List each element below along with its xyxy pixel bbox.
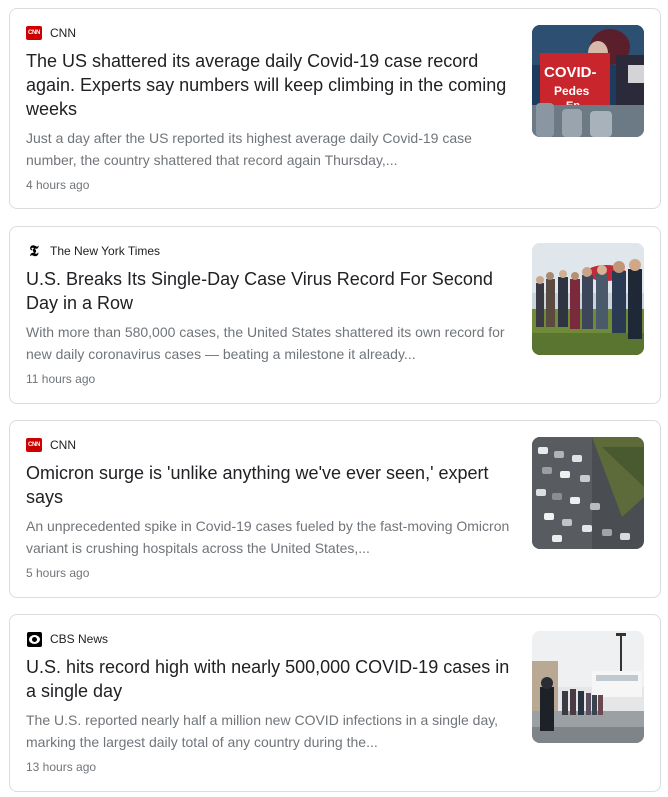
timestamp: 5 hours ago — [26, 566, 90, 580]
cnn-logo-icon: CNN — [26, 25, 42, 41]
news-card[interactable]: CNN CNN Omicron surge is 'unlike anythin… — [9, 420, 661, 598]
cbs-logo-icon — [26, 631, 42, 647]
nyt-logo-glyph: 𝕿 — [29, 242, 39, 260]
thumbnail-image[interactable] — [532, 437, 644, 549]
cbs-eye-icon — [26, 631, 42, 647]
source-row: CNN CNN — [26, 25, 76, 41]
headline-link[interactable]: Omicron surge is 'unlike anything we've … — [26, 461, 516, 509]
news-card[interactable]: CNN CNN The US shattered its average dai… — [9, 8, 661, 209]
snippet: Just a day after the US reported its hig… — [26, 130, 472, 168]
cars-queue-aerial-photo — [532, 437, 644, 549]
source-row: 𝕿 The New York Times — [26, 243, 160, 259]
testing-site-line-photo — [532, 631, 644, 743]
source-name: CBS News — [50, 632, 109, 646]
headline-link[interactable]: The US shattered its average daily Covid… — [26, 49, 516, 121]
source-row: CNN CNN — [26, 437, 76, 453]
cnn-logo-icon: CNN — [26, 437, 42, 453]
sign-text-2: Pedes — [554, 84, 590, 98]
thumbnail-image[interactable] — [532, 243, 644, 355]
covid-testing-sign-photo: COVID- Pedes En — [532, 25, 644, 137]
cnn-logo-text: CNN — [26, 26, 42, 40]
source-row: CBS News — [26, 631, 108, 647]
nyt-logo-icon: 𝕿 — [26, 243, 42, 259]
snippet: An unprecedented spike in Covid-19 cases… — [26, 518, 510, 556]
headline-link[interactable]: U.S. Breaks Its Single-Day Case Virus Re… — [26, 267, 516, 315]
timestamp: 13 hours ago — [26, 760, 97, 774]
timestamp: 11 hours ago — [26, 372, 96, 386]
source-name: CNN — [50, 438, 76, 452]
thumbnail-image[interactable]: COVID- Pedes En — [532, 25, 644, 137]
news-card[interactable]: CBS News U.S. hits record high with near… — [9, 614, 661, 792]
snippet: The U.S. reported nearly half a million … — [26, 712, 499, 750]
people-waiting-in-line-photo — [532, 243, 644, 355]
source-name: CNN — [50, 26, 76, 40]
source-name: The New York Times — [50, 244, 161, 258]
timestamp: 4 hours ago — [26, 178, 90, 192]
sign-text-1: COVID- — [544, 64, 597, 81]
news-card[interactable]: 𝕿 The New York Times U.S. Breaks Its Sin… — [9, 226, 661, 404]
thumbnail-image[interactable] — [532, 631, 644, 743]
cnn-logo-text: CNN — [26, 438, 42, 452]
headline-link[interactable]: U.S. hits record high with nearly 500,00… — [26, 655, 516, 703]
snippet: With more than 580,000 cases, the United… — [26, 324, 505, 362]
